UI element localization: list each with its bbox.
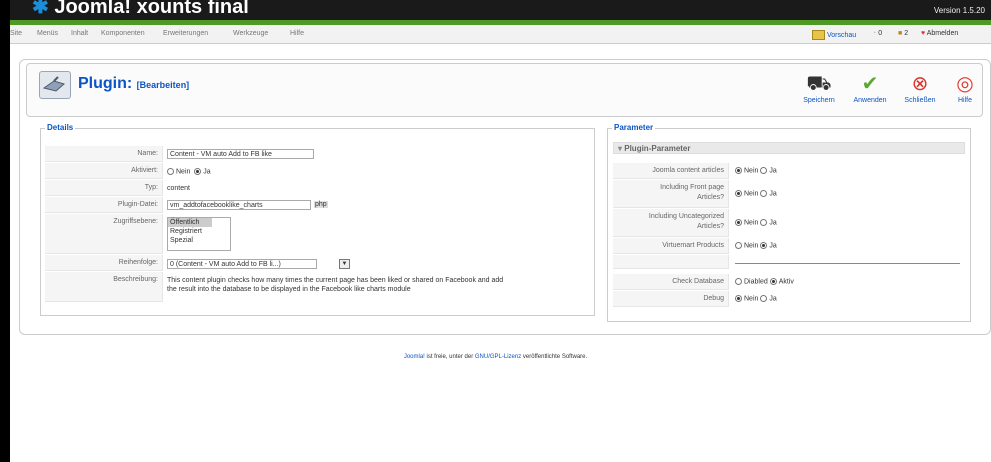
order-label: Reihenfolge: xyxy=(45,255,163,271)
version-label: Version 1.5.20 xyxy=(933,6,985,15)
param-radio[interactable] xyxy=(760,242,768,249)
preview-link[interactable]: Vorschau xyxy=(812,30,856,40)
access-option-special[interactable]: Spezial xyxy=(168,236,230,245)
menu-help[interactable]: Hilfe xyxy=(290,30,304,37)
menu-components[interactable]: Komponenten xyxy=(101,30,145,37)
enabled-label: Aktiviert: xyxy=(45,163,163,179)
menu-extensions[interactable]: Erweiterungen xyxy=(163,30,208,37)
menu-content[interactable]: Inhalt xyxy=(71,30,88,37)
parameter-legend: Parameter xyxy=(612,123,656,132)
access-option-public[interactable]: Öffentlich xyxy=(168,218,212,227)
menu-tools[interactable]: Werkzeuge xyxy=(233,30,268,37)
menu-menus[interactable]: Menüs xyxy=(37,30,58,37)
joomla-link[interactable]: Joomla! xyxy=(404,354,425,360)
page-title: Plugin: [Bearbeiten] xyxy=(78,75,190,92)
param-radio[interactable] xyxy=(769,278,777,285)
access-label: Zugriffsebene: xyxy=(45,214,163,254)
help-button[interactable]: ◎ Hilfe xyxy=(943,71,987,104)
users-indicator[interactable]: ■ 2 xyxy=(898,30,908,37)
description-label: Beschreibung: xyxy=(45,272,163,302)
param-radio[interactable] xyxy=(760,219,768,226)
file-extension: php xyxy=(314,201,328,208)
close-icon: ⊗ xyxy=(911,73,929,95)
type-value: content xyxy=(167,185,190,192)
param-label: Joomla content articles xyxy=(613,163,729,179)
file-label: Plugin-Datei: xyxy=(45,197,163,213)
param-label: Including Uncategorized Articles? xyxy=(613,209,729,237)
enabled-radios: Nein Ja xyxy=(167,168,211,175)
plugin-icon xyxy=(39,71,71,99)
param-label-empty xyxy=(613,255,729,269)
left-edge xyxy=(0,0,10,462)
plugin-parameter-header[interactable]: ▾ Plugin-Parameter xyxy=(613,142,965,154)
license-link[interactable]: GNU/GPL-Lizenz xyxy=(475,354,521,360)
access-option-registered[interactable]: Registriert xyxy=(168,227,230,236)
order-select[interactable]: 0 (Content - VM auto Add to FB li...) xyxy=(167,259,317,269)
param-label: Including Front page Articles? xyxy=(613,180,729,208)
logo-text: Joomla! xyxy=(54,0,132,18)
logout-link[interactable]: ♥ Abmelden xyxy=(921,30,958,37)
toolbar: Plugin: [Bearbeiten] ⛟ Speichern ✔ Anwen… xyxy=(26,63,983,117)
lifebuoy-icon: ◎ xyxy=(956,73,974,95)
type-label: Typ: xyxy=(45,180,163,196)
param-separator xyxy=(735,263,960,264)
save-icon: ⛟ xyxy=(806,73,832,95)
param-label: Virtuemart Products xyxy=(613,238,729,254)
param-label: Check Database xyxy=(613,274,729,290)
footer: Joomla! ist freie, unter der GNU/GPL-Liz… xyxy=(403,354,588,360)
site-logo: ✱ Joomla! xounts final xyxy=(32,0,249,19)
description-text: This content plugin checks how many time… xyxy=(167,277,504,293)
param-radio[interactable] xyxy=(735,278,742,285)
menu-site[interactable]: Site xyxy=(10,30,22,37)
details-legend: Details xyxy=(45,123,76,132)
param-radio[interactable] xyxy=(735,167,742,174)
access-select[interactable]: Öffentlich Registriert Spezial xyxy=(167,217,231,251)
joomla-logo-icon: ✱ xyxy=(32,0,49,18)
param-label: Debug xyxy=(613,291,729,307)
logout-icon: ♥ xyxy=(921,30,926,37)
name-input[interactable]: Content - VM auto Add to FB like xyxy=(167,149,314,159)
main-menu: Site Menüs Inhalt Komponenten Erweiterun… xyxy=(10,25,991,44)
file-input[interactable]: vm_addtofacebooklike_charts xyxy=(167,200,311,210)
preview-icon xyxy=(812,30,825,40)
param-radio[interactable] xyxy=(760,295,768,302)
close-button[interactable]: ⊗ Schließen xyxy=(898,71,942,104)
messages-indicator[interactable]: ◔ 0 xyxy=(872,30,882,37)
details-fieldset: Details Name: Content - VM auto Add to F… xyxy=(40,123,595,316)
checkmark-icon: ✔ xyxy=(861,73,879,95)
param-radio[interactable] xyxy=(760,190,768,197)
apply-button[interactable]: ✔ Anwenden xyxy=(848,71,892,104)
messages-icon: ◔ xyxy=(872,30,877,37)
name-label: Name: xyxy=(45,146,163,162)
site-title: xounts final xyxy=(136,0,249,18)
param-radio[interactable] xyxy=(735,190,742,197)
chevron-down-icon[interactable]: ▼ xyxy=(339,259,350,269)
param-radio[interactable] xyxy=(735,295,742,302)
users-icon: ■ xyxy=(898,30,903,37)
triangle-down-icon: ▾ xyxy=(618,144,623,153)
top-header: ✱ Joomla! xounts final Version 1.5.20 xyxy=(10,0,991,20)
param-radio[interactable] xyxy=(760,167,768,174)
save-button[interactable]: ⛟ Speichern xyxy=(797,71,841,104)
enabled-yes-radio[interactable] xyxy=(194,168,202,175)
param-radio[interactable] xyxy=(735,219,742,226)
param-radio[interactable] xyxy=(735,242,742,249)
enabled-no-radio[interactable] xyxy=(167,168,174,175)
parameter-fieldset: Parameter ▾ Plugin-Parameter Joomla cont… xyxy=(607,123,971,322)
